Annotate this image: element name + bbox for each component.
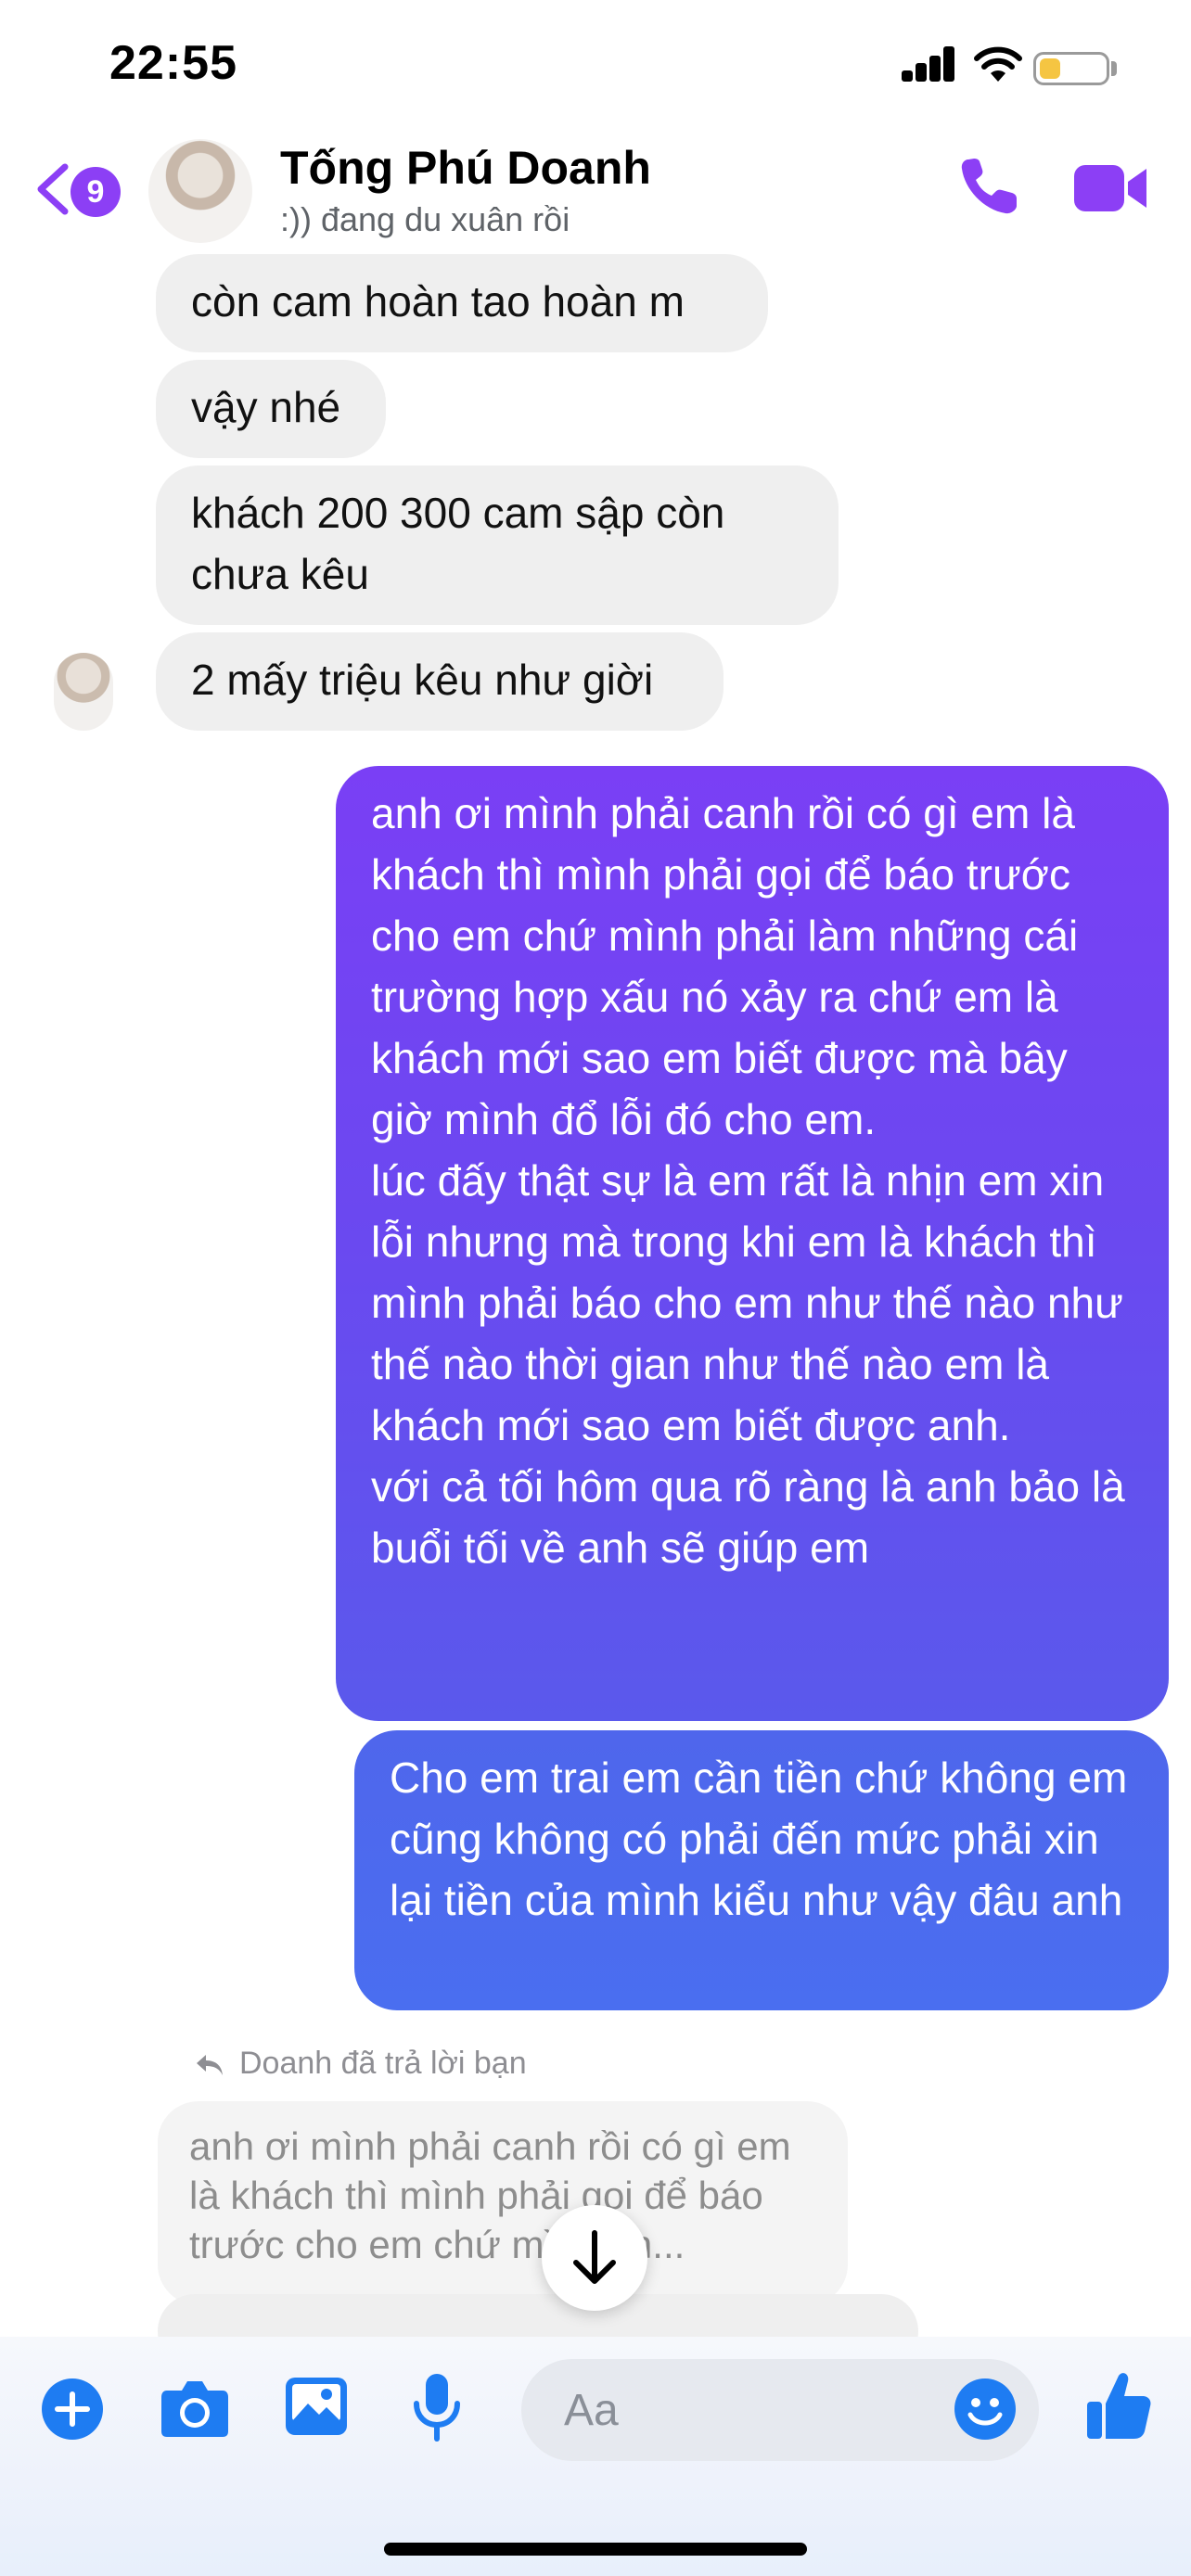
- video-camera-icon[interactable]: [1072, 158, 1148, 219]
- image-icon[interactable]: [284, 2376, 349, 2437]
- message-bubble-incoming[interactable]: 2 mấy triệu kêu như giời: [156, 632, 724, 731]
- message-bubble-outgoing[interactable]: Cho em trai em cần tiền chứ không em cũn…: [354, 1730, 1169, 2010]
- message-bubble-incoming[interactable]: khách 200 300 cam sập còn chưa kêu: [156, 465, 839, 625]
- thumbs-up-icon[interactable]: [1085, 2370, 1152, 2441]
- home-indicator: [384, 2543, 807, 2556]
- reply-label: Doanh đã trả lời bạn: [239, 2046, 527, 2081]
- unread-count-badge[interactable]: 9: [70, 167, 121, 217]
- message-bubble-outgoing[interactable]: anh ơi mình phải canh rồi có gì em là kh…: [336, 766, 1169, 1721]
- reply-quote[interactable]: anh ơi mình phải canh rồi có gì em là kh…: [158, 2101, 848, 2305]
- message-bubble-incoming[interactable]: còn cam hoàn tao hoàn m: [156, 254, 768, 352]
- sender-avatar[interactable]: [54, 653, 113, 731]
- contact-avatar[interactable]: [148, 139, 252, 243]
- plus-icon[interactable]: [41, 2378, 104, 2441]
- contact-name[interactable]: Tống Phú Doanh: [280, 141, 651, 195]
- contact-status: :)) đang du xuân rồi: [280, 200, 570, 238]
- phone-icon[interactable]: [955, 154, 1022, 221]
- arrow-down-icon: [573, 2230, 616, 2284]
- scroll-to-bottom-button[interactable]: [542, 2205, 647, 2311]
- camera-icon[interactable]: [160, 2378, 230, 2439]
- wifi-icon: [974, 46, 1022, 82]
- microphone-icon[interactable]: [412, 2372, 462, 2442]
- reply-icon: [197, 2055, 223, 2075]
- status-time: 22:55: [109, 36, 237, 90]
- emoji-icon[interactable]: [954, 2378, 1017, 2441]
- battery-icon: [1033, 52, 1109, 85]
- message-input-placeholder[interactable]: Aa: [564, 2385, 619, 2436]
- message-bubble-incoming[interactable]: vậy nhé: [156, 360, 386, 458]
- battery-nub: [1111, 61, 1117, 76]
- signal-icon: [902, 46, 955, 82]
